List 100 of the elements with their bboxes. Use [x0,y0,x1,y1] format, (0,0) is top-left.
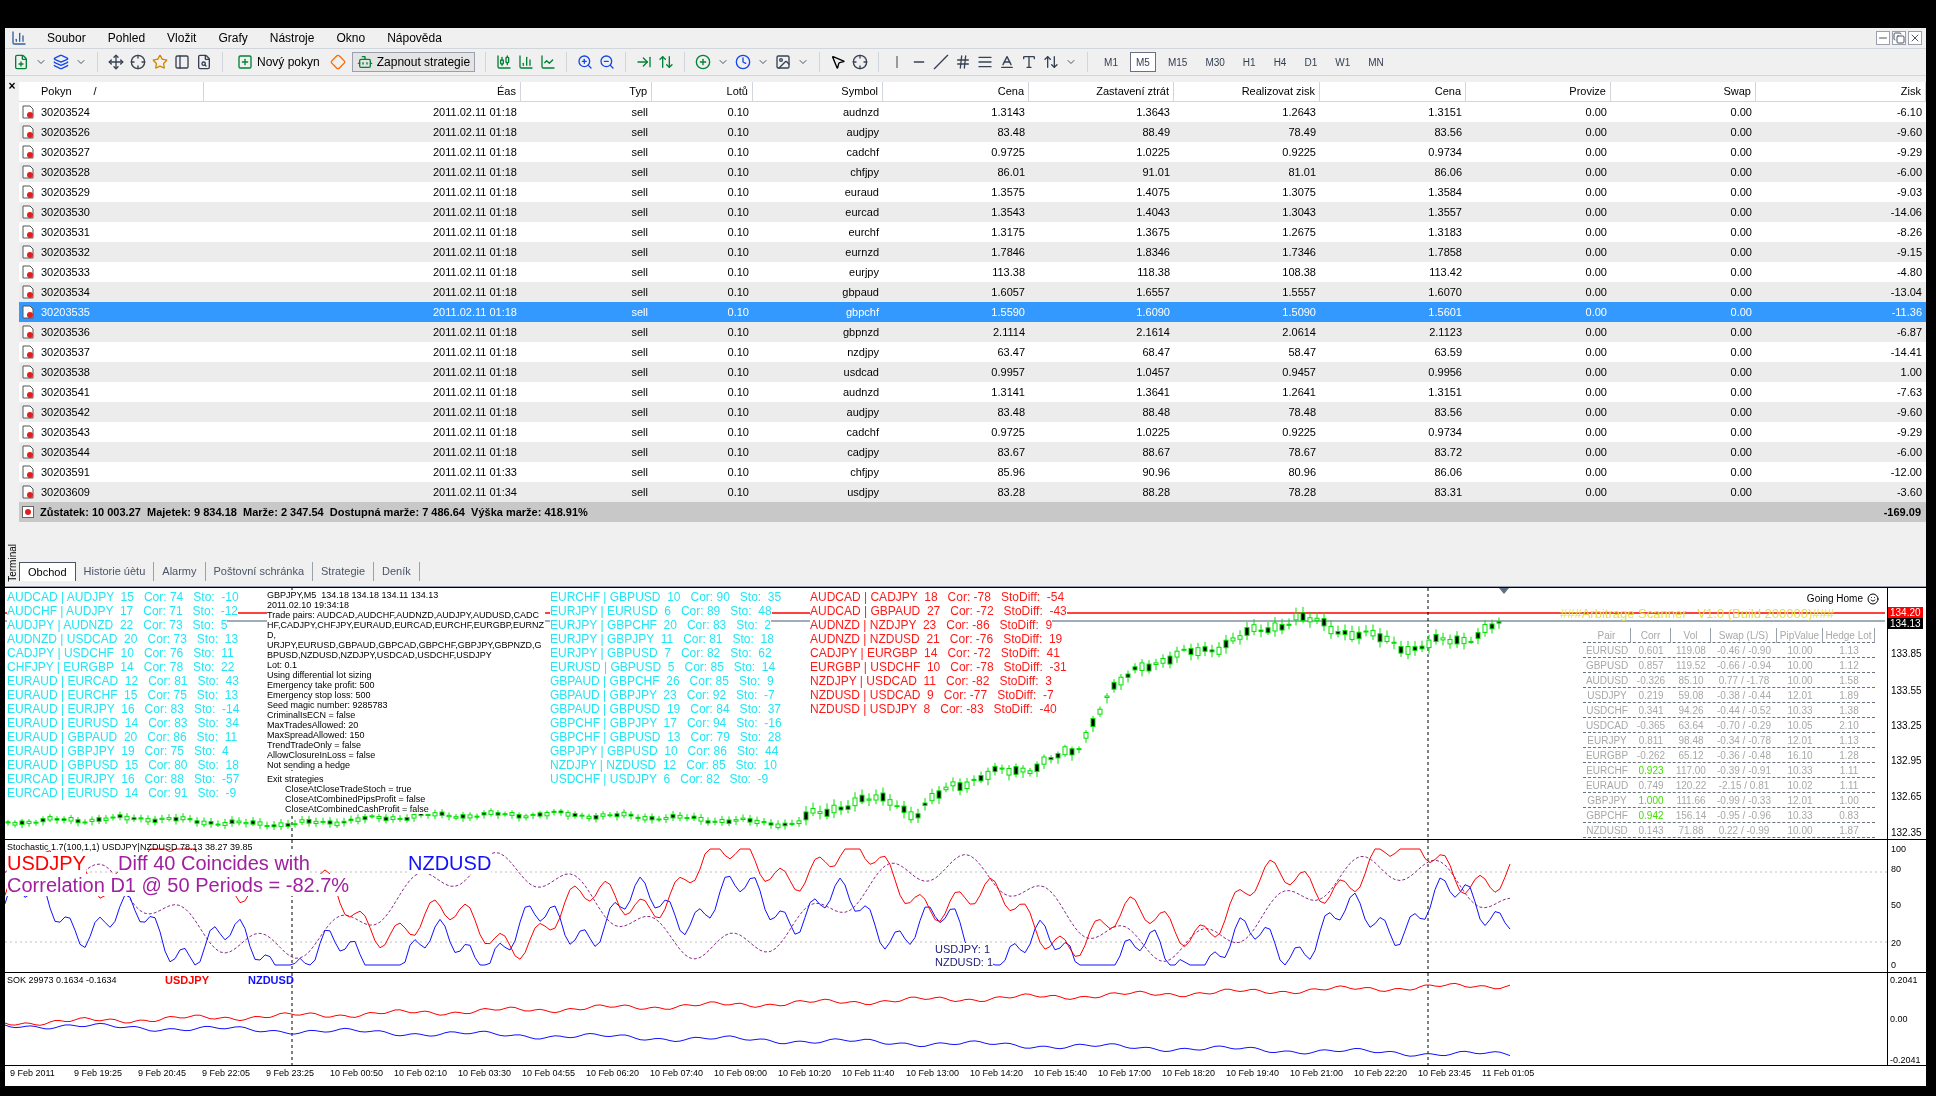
column-header[interactable]: Swap [1723,83,1751,100]
order-row[interactable]: 30203531 2011.02.11 01:18 sell 0.10 eurchf 1.3175 1.3675 1.2675 1.3183 0.00 0.00 -8.26 [19,222,1926,242]
order-row[interactable]: 30203530 2011.02.11 01:18 sell 0.10 eurcad 1.3543 1.4043 1.3043 1.3557 0.00 0.00 -14.06 [19,202,1926,222]
order-row[interactable]: 30203536 2011.02.11 01:18 sell 0.10 gbpnzd 2.1114 2.1614 2.0614 2.1123 0.00 0.00 -6.87 [19,322,1926,342]
timeframe-button[interactable]: H4 [1267,52,1293,72]
new-order-button[interactable]: Nový pokyn [233,53,324,71]
order-row[interactable]: 30203609 2011.02.11 01:34 sell 0.10 usdjpy 83.28 88.28 78.28 83.31 0.00 0.00 -3.60 [19,482,1926,502]
order-row[interactable]: 30203541 2011.02.11 01:18 sell 0.10 audnzd 1.3141 1.3641 1.2641 1.3151 0.00 0.00 -7.63 [19,382,1926,402]
strategies-button[interactable]: Zapnout strategie [351,52,476,72]
column-header[interactable]: Realizovat zisk [1241,83,1315,100]
menu-item[interactable]: Vložit [165,29,199,47]
table-cell-text: sell [630,304,649,320]
table-cell-text: 0.10 [726,404,750,420]
table-cell-text: 0.9725 [990,424,1026,440]
table-cell-text: 0.10 [726,204,750,220]
table-cell-text: 0.10 [726,104,750,120]
negative-pair-correlation: EURGBP | USDCHF 10 Cor: -78 StoDiff: -31 [810,660,1067,674]
table-cell-text: 78.49 [1287,124,1317,140]
terminal-tab[interactable]: Alarmy [154,562,206,581]
order-row[interactable]: 30203526 2011.02.11 01:18 sell 0.10 audjpy 83.48 88.49 78.49 83.56 0.00 0.00 -9.60 [19,122,1926,142]
timeframe-button[interactable]: MN [1362,52,1390,72]
table-cell-text: 113.38 [991,264,1026,280]
column-header[interactable]: Pokyn [41,83,72,100]
terminal-tab[interactable]: Poštovní schránka [205,562,314,581]
column-header[interactable]: Symbol [841,83,878,100]
timeframe-button[interactable]: M15 [1161,52,1194,72]
timeframe-button[interactable]: D1 [1298,52,1324,72]
table-cell-text: 30203530 [40,204,91,220]
column-header[interactable]: Typ [629,83,647,100]
table-cell-text: 88.67 [1141,444,1171,460]
table-cell-text: 1.12 [1838,658,1860,673]
order-row[interactable]: 30203542 2011.02.11 01:18 sell 0.10 audjpy 83.48 88.48 78.48 83.56 0.00 0.00 -9.60 [19,402,1926,422]
order-row[interactable]: 30203524 2011.02.11 01:18 sell 0.10 audnzd 1.3143 1.3643 1.2643 1.3151 0.00 0.00 -6.10 [19,102,1926,122]
column-header[interactable]: Éas [497,83,516,100]
table-cell-text: 30203532 [40,244,91,260]
table-cell-text: 1.13 [1838,733,1860,748]
column-header[interactable]: Cena [1434,83,1461,100]
terminal-tab[interactable]: Historie úètu [75,562,155,581]
time-label: 10 Feb 15:40 [1034,1067,1089,1081]
timeframe-button[interactable]: W1 [1329,52,1357,72]
pair-correlation: EURAUD | GBPUSD 15 Cor: 80 Sto: 18 [7,758,239,772]
column-header[interactable]: Provize [1569,83,1606,100]
terminal-tab[interactable]: Obchod [19,562,76,581]
table-cell-text: 0.00 [1729,324,1753,340]
order-row[interactable]: 30203591 2011.02.11 01:33 sell 0.10 chfjpy 85.96 90.96 80.96 86.06 0.00 0.00 -12.00 [19,462,1926,482]
menu-item[interactable]: Nápověda [385,29,444,47]
pair-correlation: GBPCHF | GBPUSD 13 Cor: 79 Sto: 28 [550,730,782,744]
table-cell-text: 91.01 [1141,164,1171,180]
order-row[interactable]: 30203544 2011.02.11 01:18 sell 0.10 cadjpy 83.67 88.67 78.67 83.72 0.00 0.00 -6.00 [19,442,1926,462]
terminal-tab[interactable]: Strategie [313,562,375,581]
axis-label: 100 [1891,844,1907,854]
table-cell-text: 10.02 [1786,778,1814,793]
table-cell-text: 0.00 [1584,324,1608,340]
pair-correlation: AUDJPY | AUDNZD 22 Cor: 73 Sto: 5 [7,618,228,632]
column-header[interactable]: Zisk [1900,83,1921,100]
table-cell-text: 88.48 [1141,404,1171,420]
table-cell-text: 83.56 [1433,124,1463,140]
menu-item[interactable]: Pohled [105,29,148,47]
table-cell-text: 108.38 [1281,264,1317,280]
order-row[interactable]: 30203534 2011.02.11 01:18 sell 0.10 gbpaud 1.6057 1.6557 1.5557 1.6070 0.00 0.00 -13.04 [19,282,1926,302]
table-cell-text: 1.0225 [1135,144,1171,160]
terminal-tab[interactable]: Deník [374,562,420,581]
table-cell-text: 30203524 [40,104,91,120]
table-cell-text: 1.3043 [1281,204,1317,220]
table-cell-text: 0.00 [1584,264,1608,280]
sort-indicator[interactable]: / [93,83,97,100]
table-cell-text: 0.00 [1729,484,1753,500]
table-cell-text: -0.70 / -0.29 [1716,718,1772,733]
table-cell-text: 0.00 [1584,204,1608,220]
menu-item[interactable]: Soubor [45,29,88,47]
order-row[interactable]: 30203538 2011.02.11 01:18 sell 0.10 usdcad 0.9957 1.0457 0.9457 0.9956 0.00 0.00 1.00 [19,362,1926,382]
table-cell-text: 0.00 [1729,124,1753,140]
column-header[interactable]: Zastavení ztrát [1096,83,1169,100]
timeframe-button[interactable]: M1 [1098,52,1124,72]
table-cell-text: 0.00 [1584,344,1608,360]
column-header[interactable]: Cena [997,83,1024,100]
table-cell-text: 0.857 [1637,658,1665,673]
timeframe-button[interactable]: M30 [1199,52,1231,72]
order-row[interactable]: 30203543 2011.02.11 01:18 sell 0.10 cadchf 0.9725 1.0225 0.9225 0.9734 0.00 0.00 -9.29 [19,422,1926,442]
order-row[interactable]: 30203532 2011.02.11 01:18 sell 0.10 eurnzd 1.7846 1.8346 1.7346 1.7858 0.00 0.00 -9.15 [19,242,1926,262]
table-cell-text: -0.34 / -0.78 [1716,733,1772,748]
table-cell-text: audjpy [845,404,880,420]
order-row[interactable]: 30203533 2011.02.11 01:18 sell 0.10 eurjpy 113.38 118.38 108.38 113.42 0.00 0.00 -4.80 [19,262,1926,282]
table-cell-text: sell [630,484,649,500]
timeframe-button[interactable]: H1 [1236,52,1262,72]
menu-item[interactable]: Nástroje [267,29,317,47]
table-cell-text: sell [630,424,649,440]
menu-item[interactable]: Okno [334,29,368,47]
menu-item[interactable]: Grafy [216,29,250,47]
close-button[interactable]: × [8,80,16,92]
pair-correlation: GBPCHF | GBPJPY 17 Cor: 94 Sto: -16 [550,716,782,730]
order-row[interactable]: 30203537 2011.02.11 01:18 sell 0.10 nzdjpy 63.47 68.47 58.47 63.59 0.00 0.00 -14.41 [19,342,1926,362]
timeframe-button[interactable]: M5 [1130,52,1156,72]
table-cell-text: sell [630,124,649,140]
order-row[interactable]: 30203527 2011.02.11 01:18 sell 0.10 cadchf 0.9725 1.0225 0.9225 0.9734 0.00 0.00 -9.29 [19,142,1926,162]
column-header[interactable]: Lotů [726,83,748,100]
table-cell-text: -0.262 [1635,748,1667,763]
order-row[interactable]: 30203528 2011.02.11 01:18 sell 0.10 chfjpy 86.01 91.01 81.01 86.06 0.00 0.00 -6.00 [19,162,1926,182]
order-row[interactable]: 30203529 2011.02.11 01:18 sell 0.10 euraud 1.3575 1.4075 1.3075 1.3584 0.00 0.00 -9.03 [19,182,1926,202]
diff-text: Diff 40 Coincides with [118,852,310,874]
